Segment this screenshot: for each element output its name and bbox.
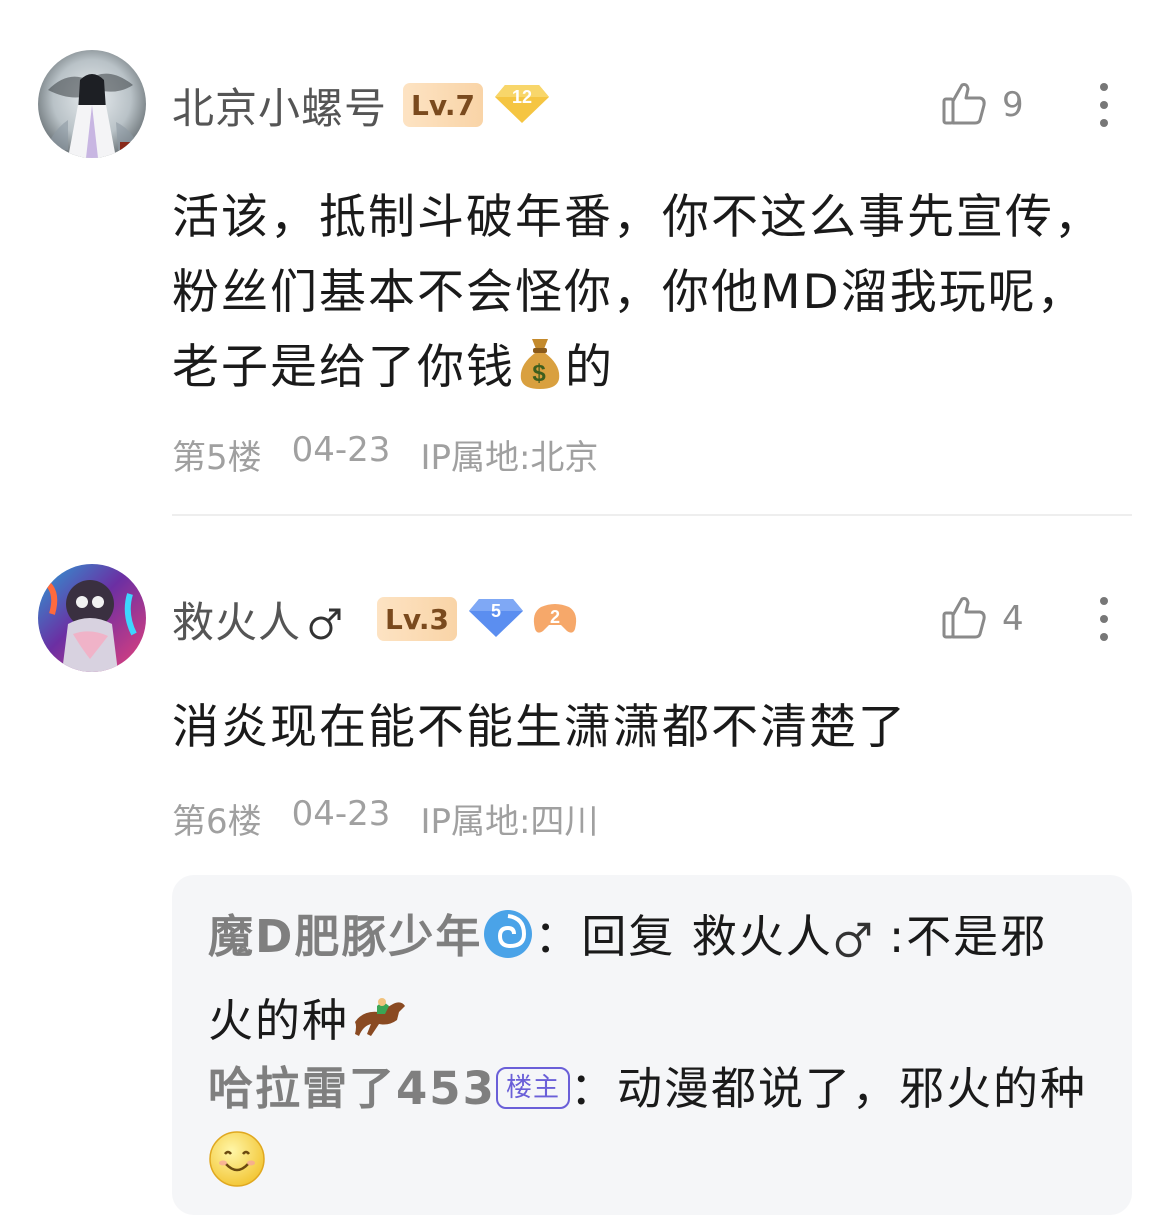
reply-author[interactable]: 魔D肥豚少年 — [208, 910, 482, 963]
thumbs-up-icon — [940, 79, 988, 131]
like-button[interactable]: 9 — [940, 70, 1024, 140]
owner-tag: 楼主 — [495, 1067, 570, 1109]
ip-location: IP属地:北京 — [420, 438, 599, 478]
comment-meta: 第6楼 04-23 IP属地:四川 — [172, 794, 598, 843]
diamond-level-label: 5 — [491, 601, 501, 621]
reply-prefix: 回复 — [581, 910, 692, 963]
svg-text:$: $ — [532, 360, 547, 387]
reply-to-user[interactable]: 救火人 — [692, 910, 833, 963]
like-button[interactable]: 4 — [940, 584, 1024, 654]
more-options-icon[interactable] — [1096, 82, 1112, 132]
reply-thread[interactable]: 魔D肥豚少年 ：回复 救火人 :不是邪火的种 哈拉雷了453 楼主 ：动漫都说了，邪… — [172, 875, 1132, 1215]
smiley-icon — [208, 1130, 266, 1211]
comment-date: 04-23 — [291, 430, 391, 470]
comment-header: 救火人 Lv.3 5 2 — [172, 584, 579, 654]
comment-text: 活该，抵制斗破年番，你不这么事先宣传，粉丝们基本不会怪你，你他MD溜我玩呢，老子… — [172, 180, 1112, 413]
gamepad-badge-icon: 2 — [531, 595, 579, 643]
username[interactable]: 救火人 — [172, 589, 301, 650]
diamond-badge: 12 — [493, 81, 551, 129]
comment-text-body: 活该，抵制斗破年番，你不这么事先宣传，粉丝们基本不会怪你，你他MD溜我玩呢，老子… — [172, 190, 1103, 395]
reply-text: 动漫都说了，邪火的种 — [616, 1062, 1087, 1115]
money-bag-icon: $ — [515, 335, 565, 413]
comment-header: 北京小螺号 Lv.7 12 — [172, 70, 551, 140]
comment-meta: 第5楼 04-23 IP属地:北京 — [172, 430, 598, 479]
game-badge-level-label: 2 — [550, 607, 560, 627]
reply-item[interactable]: 魔D肥豚少年 ：回复 救火人 :不是邪火的种 — [208, 899, 1088, 1067]
level-badge: Lv.7 — [403, 83, 483, 127]
like-count: 4 — [1002, 599, 1024, 639]
more-options-icon[interactable] — [1096, 596, 1112, 646]
floor-number: 第6楼 — [172, 802, 262, 842]
reply-separator: ： — [569, 1062, 617, 1115]
diamond-level-label: 12 — [512, 87, 532, 107]
male-icon — [833, 907, 873, 983]
avatar[interactable] — [38, 50, 146, 158]
thumbs-up-icon — [940, 593, 988, 645]
like-count: 9 — [1002, 85, 1024, 125]
divider — [172, 514, 1132, 516]
comment-date: 04-23 — [291, 794, 391, 834]
comment-text-tail: 的 — [565, 340, 614, 395]
cyclone-icon — [482, 907, 534, 983]
username[interactable]: 北京小螺号 — [172, 75, 387, 136]
reply-separator: ： — [534, 910, 582, 963]
avatar[interactable] — [38, 564, 146, 672]
floor-number: 第5楼 — [172, 438, 262, 478]
ip-location: IP属地:四川 — [420, 802, 599, 842]
level-badge: Lv.3 — [377, 597, 457, 641]
reply-item[interactable]: 哈拉雷了453 楼主 ：动漫都说了，邪火的种 — [208, 1051, 1088, 1211]
diamond-badge: 5 — [467, 595, 525, 643]
male-icon — [307, 606, 343, 646]
reply-author[interactable]: 哈拉雷了453 — [208, 1062, 496, 1115]
comment-text: 消炎现在能不能生潇潇都不清楚了 — [172, 700, 907, 755]
